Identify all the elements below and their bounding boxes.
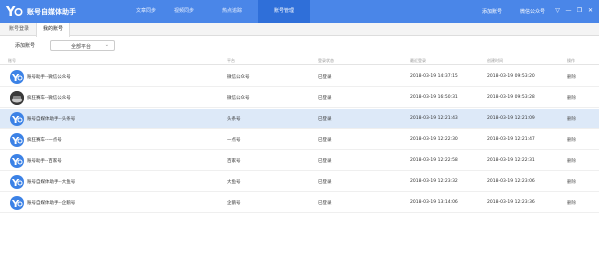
header-created: 创建时间: [487, 58, 503, 63]
platform-cell: 百家号: [227, 159, 241, 164]
avatar: Y: [10, 133, 24, 147]
svg-text:Y: Y: [11, 157, 20, 168]
last-login-cell: 2018-03-19 16:50:31: [410, 95, 458, 100]
table-row[interactable]: Y 账号自媒体助手--企鹅号 企鹅号 已登录 2018-03-19 13:14:…: [0, 193, 599, 213]
table-row[interactable]: Y 账号助手--微信公众号 微信公众号 已登录 2018-03-19 14:37…: [0, 67, 599, 87]
table-row[interactable]: Y 账号自媒体助手--头条号 头条号 已登录 2018-03-19 12:21:…: [0, 109, 599, 129]
svg-text:Y: Y: [6, 5, 16, 20]
header-login-status: 登录状态: [318, 58, 334, 63]
status-cell: 已登录: [318, 138, 332, 143]
last-login-cell: 2018-03-19 12:22:58: [410, 158, 458, 163]
created-cell: 2018-03-19 12:23:06: [487, 179, 535, 184]
platform-cell: 微信公众号: [227, 75, 250, 80]
table-row[interactable]: Y 账号助手--百家号 百家号 已登录 2018-03-19 12:22:58 …: [0, 151, 599, 171]
last-login-cell: 2018-03-19 12:21:43: [410, 116, 458, 121]
delete-link[interactable]: 删除: [567, 158, 576, 164]
status-cell: 已登录: [318, 159, 332, 164]
header-platform: 平台: [227, 58, 235, 63]
close-icon[interactable]: ✕: [586, 5, 595, 16]
created-cell: 2018-03-19 09:53:20: [487, 74, 535, 79]
svg-text:Y: Y: [11, 136, 20, 147]
app-title: 账号自媒体助手: [27, 8, 76, 16]
status-cell: 已登录: [318, 96, 332, 101]
delete-link[interactable]: 删除: [567, 137, 576, 143]
created-cell: 2018-03-19 12:21:09: [487, 116, 535, 121]
avatar: Y: [10, 70, 24, 84]
avatar: [10, 91, 24, 105]
table-row[interactable]: Y 账号自媒体助手--大鱼号 大鱼号 已登录 2018-03-19 12:23:…: [0, 172, 599, 192]
delete-link[interactable]: 删除: [567, 95, 576, 101]
svg-text:Y: Y: [11, 115, 20, 126]
minimize-icon[interactable]: —: [564, 5, 573, 16]
last-login-cell: 2018-03-19 14:37:15: [410, 74, 458, 79]
header-action: 操作: [567, 58, 575, 63]
table-row[interactable]: Y 疯狂赛车--一点号 一点号 已登录 2018-03-19 12:22:30 …: [0, 130, 599, 150]
platform-filter-select[interactable]: 全部平台 ⌄: [50, 40, 115, 51]
svg-text:Y: Y: [11, 199, 20, 210]
delete-link[interactable]: 删除: [567, 179, 576, 185]
account-name: 疯狂赛车--一点号: [27, 138, 62, 143]
delete-link[interactable]: 删除: [567, 74, 576, 80]
table-row[interactable]: 疯狂赛车--微信公众号 微信公众号 已登录 2018-03-19 16:50:3…: [0, 88, 599, 108]
status-cell: 已登录: [318, 75, 332, 80]
delete-link[interactable]: 删除: [567, 200, 576, 206]
nav-item-hot-tracking[interactable]: 热点追踪: [206, 0, 258, 23]
platform-filter-value: 全部平台: [71, 44, 92, 50]
account-name: 疯狂赛车--微信公众号: [27, 96, 71, 101]
platform-cell: 微信公众号: [227, 96, 250, 101]
nav-item-video-sync[interactable]: 视频同步: [158, 0, 210, 23]
svg-text:Y: Y: [11, 178, 20, 189]
sub-tab-bar: 账号登录 我的账号: [0, 23, 599, 37]
status-cell: 已登录: [318, 201, 332, 206]
tab-account-login[interactable]: 账号登录: [2, 23, 36, 36]
nav-item-account-management[interactable]: 账号管理: [258, 0, 310, 23]
platform-cell: 企鹅号: [227, 201, 241, 206]
account-name: 账号自媒体助手--大鱼号: [27, 180, 76, 185]
tab-my-accounts[interactable]: 我的账号: [36, 23, 70, 37]
wechat-follow-button[interactable]: 微信公众号: [520, 8, 545, 15]
account-name: 账号助手--微信公众号: [27, 75, 71, 80]
status-cell: 已登录: [318, 117, 332, 122]
menu-dropdown-icon[interactable]: ▽: [553, 5, 562, 16]
account-name: 账号助手--百家号: [27, 159, 62, 164]
add-account-top-button[interactable]: 添加账号: [482, 8, 502, 15]
created-cell: 2018-03-19 12:23:36: [487, 200, 535, 205]
add-account-button[interactable]: 添加账号: [6, 40, 44, 52]
svg-text:Y: Y: [11, 73, 20, 84]
last-login-cell: 2018-03-19 12:22:30: [410, 137, 458, 142]
delete-link[interactable]: 删除: [567, 116, 576, 122]
platform-cell: 大鱼号: [227, 180, 241, 185]
platform-cell: 一点号: [227, 138, 241, 143]
account-name: 账号自媒体助手--企鹅号: [27, 201, 76, 206]
restore-icon[interactable]: ❐: [575, 5, 584, 16]
last-login-cell: 2018-03-19 13:14:06: [410, 200, 458, 205]
account-name: 账号自媒体助手--头条号: [27, 117, 76, 122]
avatar: Y: [10, 196, 24, 210]
header-account: 账号: [8, 58, 16, 63]
created-cell: 2018-03-19 09:53:28: [487, 95, 535, 100]
header-last-login: 最近登录: [410, 58, 426, 63]
status-cell: 已登录: [318, 180, 332, 185]
created-cell: 2018-03-19 12:21:47: [487, 137, 535, 142]
app-logo-icon: Y: [5, 3, 23, 20]
title-bar: Y 账号自媒体助手 文章同步 视频同步 热点追踪 账号管理 添加账号 微信公众号…: [0, 0, 599, 23]
chevron-down-icon: ⌄: [104, 42, 109, 48]
avatar: Y: [10, 175, 24, 189]
avatar: Y: [10, 112, 24, 126]
platform-cell: 头条号: [227, 117, 241, 122]
avatar: Y: [10, 154, 24, 168]
table-header: 账号 平台 登录状态 最近登录 创建时间 操作: [0, 57, 599, 65]
created-cell: 2018-03-19 12:22:31: [487, 158, 535, 163]
last-login-cell: 2018-03-19 12:23:32: [410, 179, 458, 184]
